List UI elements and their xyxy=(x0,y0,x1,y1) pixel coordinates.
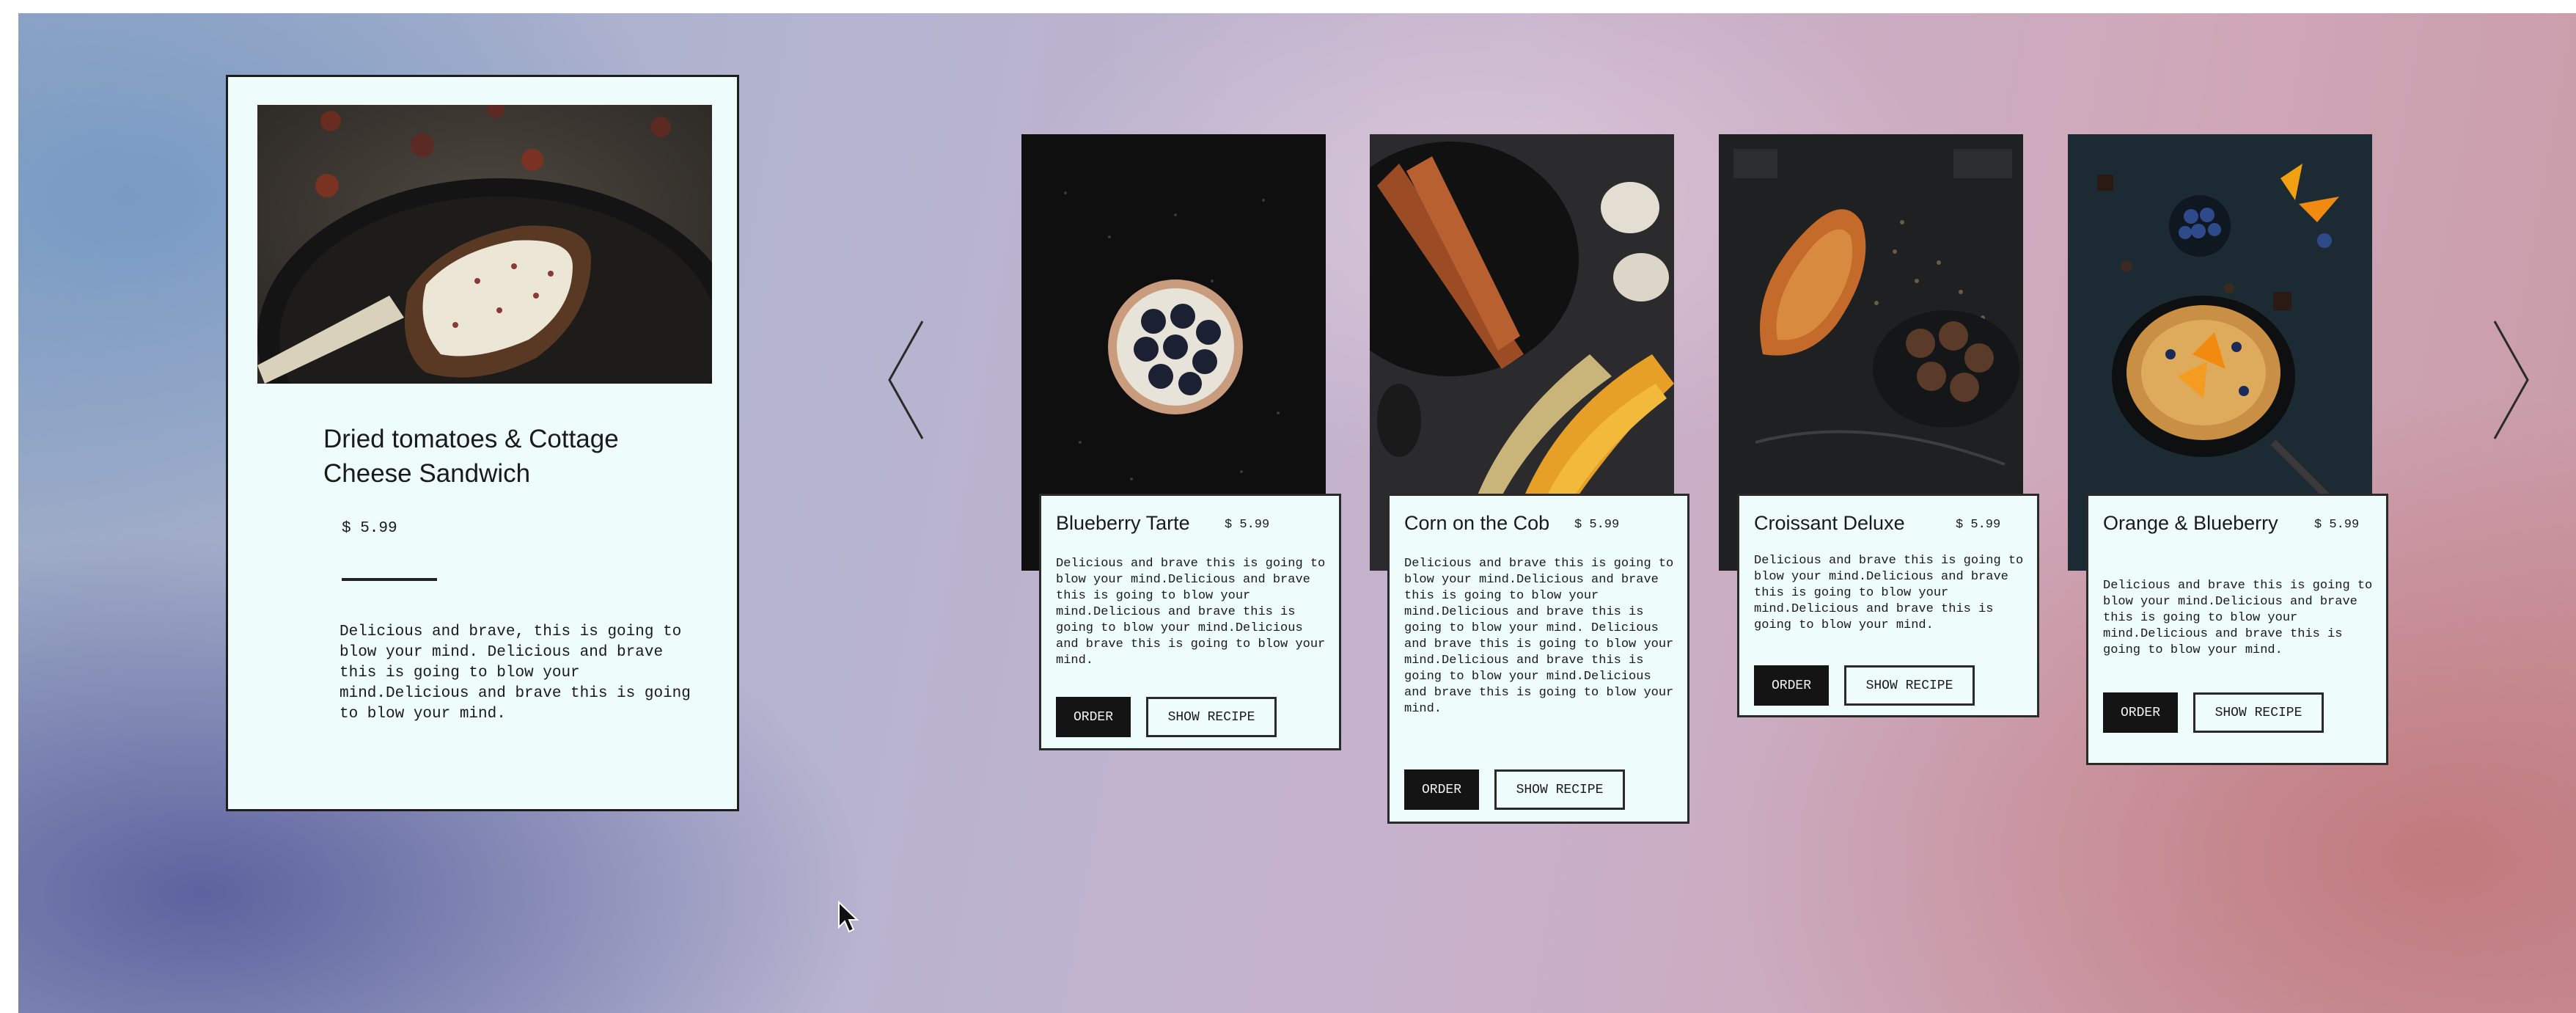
featured-recipe-photo xyxy=(257,105,712,384)
recipe-card-corn-on-the-cob: Corn on the Cob $ 5.99 Delicious and bra… xyxy=(1387,494,1689,824)
recipe-title: Croissant Deluxe xyxy=(1754,512,1905,534)
featured-recipe-description: Delicious and brave, this is going to bl… xyxy=(340,623,691,723)
recipe-description: Delicious and brave this is going to blo… xyxy=(2103,579,2373,657)
show-recipe-button[interactable]: SHOW RECIPE xyxy=(2193,692,2324,733)
recipe-title: Blueberry Tarte xyxy=(1056,512,1190,534)
carousel-prev-button[interactable] xyxy=(886,318,930,442)
order-button[interactable]: ORDER xyxy=(1404,769,1479,810)
featured-recipe-price: $ 5.99 xyxy=(342,520,397,537)
recipe-card-blueberry-tarte: Blueberry Tarte $ 5.99 Delicious and bra… xyxy=(1039,494,1341,750)
recipe-price: $ 5.99 xyxy=(1574,518,1620,532)
featured-divider xyxy=(342,578,437,581)
chevron-right-icon xyxy=(2493,321,2529,439)
order-button[interactable]: ORDER xyxy=(1754,665,1829,706)
recipe-card-orange-blueberry: Orange & Blueberry $ 5.99 Delicious and … xyxy=(2086,494,2388,765)
order-button[interactable]: ORDER xyxy=(2103,692,2178,733)
recipe-price: $ 5.99 xyxy=(1956,518,2001,532)
show-recipe-button[interactable]: SHOW RECIPE xyxy=(1146,697,1277,737)
featured-recipe-title: Dried tomatoes & Cottage Cheese Sandwich xyxy=(323,425,619,488)
show-recipe-button[interactable]: SHOW RECIPE xyxy=(1494,769,1625,810)
recipe-description: Delicious and brave this is going to blo… xyxy=(1056,557,1326,668)
recipe-description: Delicious and brave this is going to blo… xyxy=(1754,554,2024,632)
order-button[interactable]: ORDER xyxy=(1056,697,1131,737)
recipe-title: Corn on the Cob xyxy=(1404,512,1550,534)
recipe-price: $ 5.99 xyxy=(2314,518,2360,532)
mouse-cursor-icon xyxy=(838,901,859,933)
recipe-description: Delicious and brave this is going to blo… xyxy=(1404,557,1674,716)
chevron-left-icon xyxy=(888,321,924,439)
featured-recipe-card: Dried tomatoes & Cottage Cheese Sandwich… xyxy=(226,75,739,811)
carousel-next-button[interactable] xyxy=(2487,318,2531,442)
recipe-price: $ 5.99 xyxy=(1225,518,1270,532)
recipe-card-croissant-deluxe: Croissant Deluxe $ 5.99 Delicious and br… xyxy=(1737,494,2039,717)
page-background: Dried tomatoes & Cottage Cheese Sandwich… xyxy=(18,13,2576,1013)
recipe-title: Orange & Blueberry xyxy=(2103,512,2278,534)
show-recipe-button[interactable]: SHOW RECIPE xyxy=(1844,665,1975,706)
